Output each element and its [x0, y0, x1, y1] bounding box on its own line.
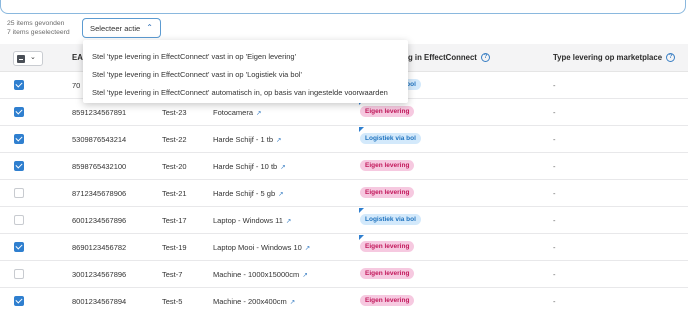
indeterminate-checkbox-icon[interactable] — [17, 55, 25, 63]
marketplace-delivery-cell: - — [553, 162, 556, 171]
table-row[interactable]: 8598765432100 Test-20 Harde Schijf - 10 tb… — [0, 153, 688, 180]
row-checkbox[interactable] — [14, 80, 24, 90]
external-link-icon[interactable]: ↗ — [280, 164, 285, 171]
delivery-type-badge: Logistiek via bol — [360, 214, 421, 225]
column-header-delivery-marketplace-label: Type levering op marketplace — [553, 53, 663, 62]
product-title-link[interactable]: Harde Schijf - 5 gb ↗ — [213, 189, 284, 198]
product-title: Machine - 200x400cm — [213, 297, 287, 306]
selection-summary: 25 items gevonden 7 items geselecteerd — [7, 19, 70, 37]
menu-item-set-automatic[interactable]: Stel 'type levering in EffectConnect' au… — [92, 88, 388, 97]
changed-flag-icon — [359, 127, 364, 132]
menu-item-set-eigen-levering[interactable]: Stel 'type levering in EffectConnect' va… — [92, 52, 296, 61]
row-checkbox[interactable] — [14, 161, 24, 171]
table-row[interactable]: 8690123456782 Test-19 Laptop Mooi - Window… — [0, 234, 688, 261]
sku-cell: Test-20 — [162, 162, 187, 171]
product-title: Laptop - Windows 11 — [213, 216, 283, 225]
ean-cell: 8690123456782 — [72, 243, 127, 252]
table-row[interactable]: 8712345678906 Test-21 Harde Schijf - 5 gb ↗… — [0, 180, 688, 207]
changed-flag-icon — [359, 208, 364, 213]
select-action-button[interactable]: Selecteer actie ⌃ — [82, 18, 161, 38]
product-title-link[interactable]: Harde Schijf - 10 tb ↗ — [213, 162, 286, 171]
product-title: Harde Schijf - 5 gb — [213, 189, 276, 198]
table-row[interactable]: 5309876543214 Test-22 Harde Schijf - 1 tb ↗… — [0, 126, 688, 153]
external-link-icon[interactable]: ↗ — [305, 245, 310, 252]
select-all-dropdown[interactable]: ⌄ — [13, 51, 43, 66]
product-title-link[interactable]: Harde Schijf - 1 tb ↗ — [213, 135, 281, 144]
row-checkbox[interactable] — [14, 242, 24, 252]
delivery-type-badge: Eigen levering — [360, 106, 415, 117]
delivery-type-badge: Eigen levering — [360, 295, 415, 306]
sku-cell: Test-21 — [162, 189, 187, 198]
column-header-ean[interactable]: EA — [72, 53, 83, 62]
row-checkbox[interactable] — [14, 134, 24, 144]
column-header-delivery-effectconnect[interactable]: g in EffectConnect ? — [408, 53, 491, 63]
product-title: Harde Schijf - 10 tb — [213, 162, 278, 171]
external-link-icon[interactable]: ↗ — [286, 218, 291, 225]
column-header-delivery-effectconnect-label: g in EffectConnect — [408, 53, 477, 62]
ean-cell: 3001234567896 — [72, 270, 127, 279]
table-row[interactable]: 3001234567896 Test-7 Machine - 1000x15000c… — [0, 261, 688, 288]
marketplace-delivery-cell: - — [553, 270, 556, 279]
ean-cell: 6001234567896 — [72, 216, 127, 225]
product-title-link[interactable]: Machine - 200x400cm ↗ — [213, 297, 295, 306]
marketplace-delivery-cell: - — [553, 243, 556, 252]
product-title-link[interactable]: Laptop Mooi - Windows 10 ↗ — [213, 243, 310, 252]
marketplace-delivery-cell: - — [553, 297, 556, 306]
row-checkbox[interactable] — [14, 107, 24, 117]
ean-cell: 8001234567894 — [72, 297, 127, 306]
external-link-icon[interactable]: ↗ — [278, 191, 283, 198]
ean-cell: 70 — [72, 81, 81, 90]
help-icon[interactable]: ? — [666, 53, 676, 63]
marketplace-delivery-cell: - — [553, 216, 556, 225]
delivery-type-badge: Eigen levering — [360, 160, 415, 171]
table-row[interactable]: 6001234567896 Test-17 Laptop - Windows 11 ↗… — [0, 207, 688, 234]
product-title-link[interactable]: Machine - 1000x15000cm ↗ — [213, 270, 308, 279]
table-row[interactable]: 8001234567894 Test-5 Machine - 200x400cm ↗ E… — [0, 288, 688, 310]
items-selected-text: 7 items geselecteerd — [7, 29, 70, 36]
marketplace-delivery-cell: - — [553, 81, 556, 90]
row-checkbox[interactable] — [14, 215, 24, 225]
marketplace-delivery-cell: - — [553, 108, 556, 117]
delivery-type-badge: Eigen levering — [360, 187, 415, 198]
select-action-label: Selecteer actie — [90, 23, 141, 33]
row-checkbox[interactable] — [14, 296, 24, 306]
column-header-delivery-marketplace[interactable]: Type levering op marketplace ? — [553, 53, 676, 63]
sku-cell: Test-7 — [162, 270, 183, 279]
delivery-type-badge: Eigen levering — [360, 241, 415, 252]
help-icon[interactable]: ? — [481, 53, 491, 63]
external-link-icon[interactable]: ↗ — [256, 110, 261, 117]
sku-cell: Test-22 — [162, 135, 187, 144]
chevron-down-icon[interactable]: ⌄ — [30, 53, 36, 61]
product-title-link[interactable]: Fotocamera ↗ — [213, 108, 261, 117]
ean-cell: 5309876543214 — [72, 135, 127, 144]
action-dropdown-menu: Stel 'type levering in EffectConnect' va… — [83, 40, 408, 103]
external-link-icon[interactable]: ↗ — [302, 272, 307, 279]
menu-item-set-logistiek-via-bol[interactable]: Stel 'type levering in EffectConnect' va… — [92, 70, 302, 79]
marketplace-delivery-cell: - — [553, 135, 556, 144]
changed-flag-icon — [359, 235, 364, 240]
sku-cell: Test-23 — [162, 108, 187, 117]
external-link-icon[interactable]: ↗ — [290, 299, 295, 306]
chevron-up-icon: ⌃ — [146, 23, 153, 32]
ean-cell: 8598765432100 — [72, 162, 127, 171]
product-title: Laptop Mooi - Windows 10 — [213, 243, 302, 252]
delivery-type-badge: Logistiek via bol — [360, 133, 421, 144]
sku-cell: Test-19 — [162, 243, 187, 252]
sku-cell: Test-5 — [162, 297, 183, 306]
product-title: Machine - 1000x15000cm — [213, 270, 300, 279]
search-box[interactable] — [0, 0, 686, 14]
table-row[interactable]: 8591234567891 Test-23 Fotocamera ↗ Eigen lev… — [0, 99, 688, 126]
ean-cell: 8591234567891 — [72, 108, 127, 117]
delivery-type-badge: Eigen levering — [360, 268, 415, 279]
items-found-text: 25 items gevonden — [7, 20, 65, 27]
row-checkbox[interactable] — [14, 269, 24, 279]
product-title: Fotocamera — [213, 108, 254, 117]
sku-cell: Test-17 — [162, 216, 187, 225]
marketplace-delivery-cell: - — [553, 189, 556, 198]
external-link-icon[interactable]: ↗ — [276, 137, 281, 144]
product-title: Harde Schijf - 1 tb — [213, 135, 274, 144]
product-title-link[interactable]: Laptop - Windows 11 ↗ — [213, 216, 291, 225]
row-checkbox[interactable] — [14, 188, 24, 198]
ean-cell: 8712345678906 — [72, 189, 127, 198]
